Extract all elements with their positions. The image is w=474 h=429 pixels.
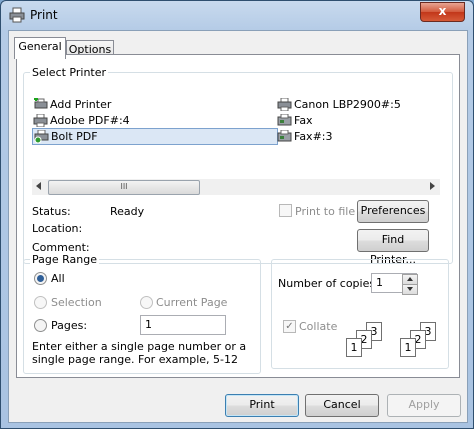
general-tab-panel: Select Printer Add Printer Adobe PDF#:4 … (16, 54, 460, 378)
collate-label: Collate (299, 320, 338, 333)
printer-item-fax-3[interactable]: Fax#:3 (276, 129, 333, 144)
add-printer-icon (34, 98, 48, 109)
selection-label: Selection (51, 296, 102, 309)
select-printer-group: Select Printer Add Printer Adobe PDF#:4 … (23, 66, 453, 266)
printer-name: Adobe PDF#:4 (50, 114, 130, 127)
printer-name: Bolt PDF (51, 130, 98, 143)
title-bar: Print x (1, 1, 473, 29)
page-range-group: Page Range All Selection Current Page Pa… (23, 253, 261, 374)
select-printer-label: Select Printer (30, 66, 109, 79)
window-title: Print (30, 8, 58, 22)
printer-name: Add Printer (50, 98, 112, 111)
apply-button[interactable]: Apply (387, 394, 461, 417)
fax-icon (277, 114, 292, 126)
collate-icon: 3 2 1 (345, 322, 391, 360)
copies-down-button[interactable] (402, 284, 418, 295)
collate-page: 1 (400, 338, 416, 357)
page-range-label: Page Range (30, 253, 99, 266)
print-to-file-checkbox[interactable] (279, 204, 292, 217)
printer-name: Fax (294, 114, 313, 127)
current-page-radio[interactable] (140, 296, 153, 309)
all-radio[interactable] (34, 272, 47, 285)
page-range-hint: Enter either a single page number or a s… (32, 340, 247, 366)
printer-name: Fax#:3 (294, 130, 333, 143)
cancel-button[interactable]: Cancel (305, 394, 379, 417)
printer-default-icon (34, 130, 49, 143)
chevron-up-icon (407, 277, 413, 281)
copies-group: Number of copies: 1 ✓ Collate 3 2 1 3 2 (271, 259, 449, 369)
collate-page: 1 (346, 338, 362, 357)
pages-input[interactable]: 1 (140, 315, 226, 335)
tab-general[interactable]: General (14, 37, 66, 59)
printer-list-scrollbar[interactable]: III (32, 179, 440, 195)
print-dialog: Print x General Options Select Printer A… (0, 0, 474, 429)
pages-radio[interactable] (34, 319, 47, 332)
printer-item-bolt-pdf[interactable]: Bolt PDF (32, 128, 278, 145)
printer-item-adobe-pdf[interactable]: Adobe PDF#:4 (32, 113, 130, 128)
collate-icon: 3 2 1 (399, 322, 445, 360)
printer-item-add-printer[interactable]: Add Printer (32, 97, 111, 112)
scroll-left-icon[interactable] (36, 182, 41, 190)
print-button[interactable]: Print (225, 394, 299, 417)
scroll-thumb[interactable]: III (48, 180, 200, 195)
printer-icon (33, 114, 48, 127)
collate-checkbox[interactable]: ✓ (283, 320, 296, 333)
printer-icon (9, 7, 25, 23)
selection-radio[interactable] (34, 296, 47, 309)
dialog-body: General Options Select Printer Add Print… (8, 30, 468, 423)
printer-name: Canon LBP2900#:5 (294, 98, 401, 111)
scroll-right-icon[interactable] (430, 182, 435, 190)
all-label: All (51, 272, 65, 285)
print-to-file-label: Print to file (295, 205, 356, 218)
current-page-label: Current Page (156, 296, 228, 309)
chevron-down-icon (407, 287, 413, 291)
copies-label: Number of copies: (278, 277, 379, 290)
printer-item-fax[interactable]: Fax (276, 113, 313, 128)
pages-label: Pages: (51, 319, 88, 332)
status-value: Ready (110, 205, 145, 218)
find-printer-button[interactable]: Find Printer... (357, 229, 429, 266)
location-label: Location: (32, 222, 83, 235)
close-button[interactable]: x (420, 2, 465, 22)
fax-icon (277, 130, 292, 142)
printer-icon (277, 98, 292, 111)
preferences-button[interactable]: Preferences (357, 200, 429, 223)
printer-item-canon[interactable]: Canon LBP2900#:5 (276, 97, 401, 112)
status-label: Status: (32, 205, 71, 218)
